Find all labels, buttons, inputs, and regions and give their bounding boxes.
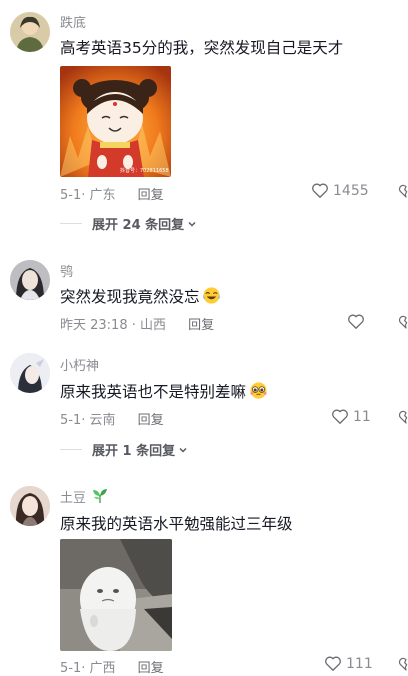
comment-meta: 昨天 23:18 · 山西 回复: [60, 314, 214, 333]
like-button[interactable]: 11: [331, 408, 371, 425]
heart-outline-icon: [325, 656, 341, 671]
divider: [60, 223, 82, 224]
expand-replies-label: 展开 24 条回复: [92, 218, 185, 233]
comment-image[interactable]: 抖音号：702811658: [60, 66, 171, 177]
pleading-emoji-icon: [250, 382, 267, 399]
like-button[interactable]: [347, 313, 365, 330]
reply-button[interactable]: 回复: [138, 413, 164, 428]
chevron-down-icon: [188, 221, 196, 227]
like-button[interactable]: 111: [324, 655, 373, 672]
avatar[interactable]: [10, 353, 50, 393]
reply-button[interactable]: 回复: [188, 318, 214, 333]
comment-item: 鸮 突然发现我竟然没忘 昨天 23:18 · 山西 回复: [0, 250, 408, 340]
like-count: 1455: [333, 182, 369, 199]
comment-item: 跌底 高考英语35分的我，突然发现自己是天才 抖音号：702811658 5-1…: [0, 0, 408, 240]
comment-username[interactable]: 鸮: [60, 261, 73, 280]
leaf-icon: [93, 489, 108, 503]
chevron-down-icon: [179, 447, 187, 453]
avatar[interactable]: [10, 260, 50, 300]
like-button[interactable]: 1455: [311, 182, 369, 199]
divider: [60, 449, 82, 450]
comment-username[interactable]: 跌底: [60, 12, 86, 31]
comment-text: 高考英语35分的我，突然发现自己是天才: [60, 39, 344, 57]
comment-date-location: 5-1· 云南: [60, 413, 116, 428]
comment-date-location: 5-1· 广西: [60, 661, 116, 676]
broken-heart-icon[interactable]: [398, 314, 408, 330]
expand-replies-button[interactable]: 展开 1 条回复: [60, 440, 188, 459]
like-count: 11: [353, 408, 371, 425]
comment-text: 原来我的英语水平勉强能过三年级: [60, 515, 293, 533]
like-count: 111: [346, 655, 373, 672]
image-watermark: 抖音号：702811658: [120, 167, 169, 174]
comment-item: 土豆 原来我的英语水平勉强能过三年级 5-1· 广西 回复 111: [0, 476, 408, 676]
broken-heart-icon[interactable]: [398, 409, 408, 425]
comment-username[interactable]: 小朽神: [60, 355, 99, 374]
comment-text: 突然发现我竟然没忘: [60, 285, 221, 307]
comment-date-location: 昨天 23:18 · 山西: [60, 318, 166, 333]
avatar[interactable]: [10, 12, 50, 52]
laugh-cry-emoji-icon: [202, 287, 220, 304]
expand-replies-button[interactable]: 展开 24 条回复: [60, 214, 197, 233]
comment-item: 小朽神 原来我英语也不是特别差嘛 5-1· 云南 回复 11 展开 1 条回复: [0, 343, 408, 468]
comment-username[interactable]: 土豆: [60, 487, 109, 506]
comment-image[interactable]: [60, 539, 172, 651]
broken-heart-icon[interactable]: [398, 656, 408, 672]
avatar[interactable]: [10, 486, 50, 526]
comment-text: 原来我英语也不是特别差嘛: [60, 380, 269, 402]
heart-outline-icon: [332, 409, 348, 424]
comment-date-location: 5-1· 广东: [60, 188, 116, 203]
expand-replies-label: 展开 1 条回复: [92, 444, 176, 459]
reply-button[interactable]: 回复: [138, 188, 164, 203]
heart-outline-icon: [348, 314, 364, 329]
comment-meta: 5-1· 广东 回复: [60, 184, 164, 203]
reply-button[interactable]: 回复: [138, 661, 164, 676]
broken-heart-icon[interactable]: [398, 183, 408, 199]
comment-meta: 5-1· 云南 回复: [60, 409, 164, 428]
comment-meta: 5-1· 广西 回复: [60, 657, 164, 676]
heart-outline-icon: [312, 183, 328, 198]
